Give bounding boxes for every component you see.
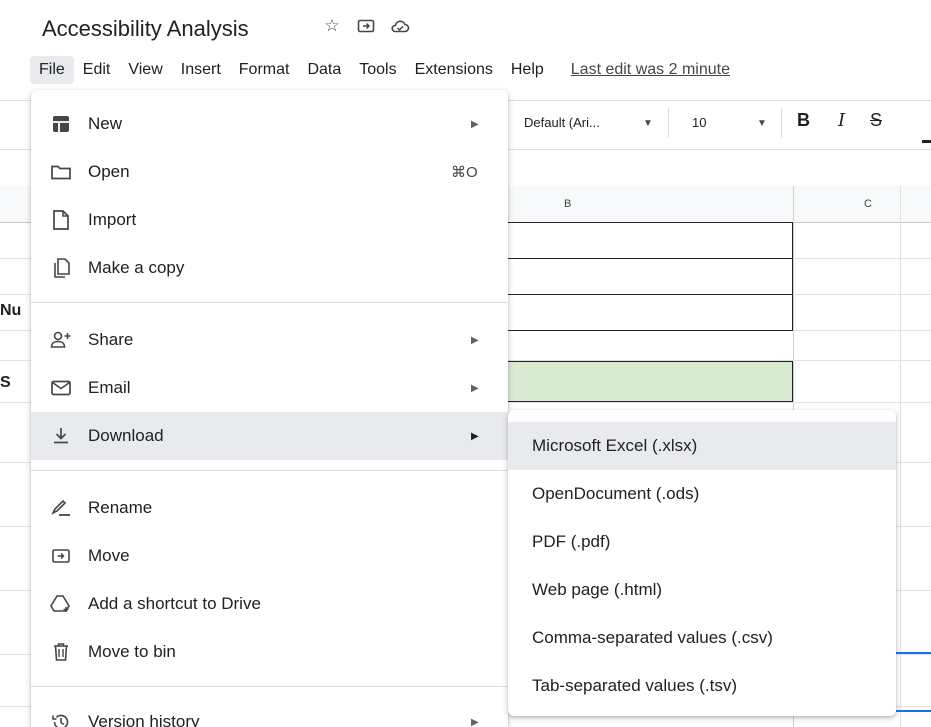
new-sheet-icon: [49, 112, 73, 136]
submenu-arrow-icon: ▶: [471, 430, 479, 442]
menu-divider: [31, 302, 508, 303]
copy-icon: [49, 256, 73, 280]
file-menu-item-label: Import: [88, 210, 137, 229]
file-menu-add-shortcut[interactable]: Add a shortcut to Drive: [31, 580, 508, 628]
file-menu-item-label: Download: [88, 426, 164, 445]
rename-icon: [49, 496, 73, 520]
move-icon: [49, 544, 73, 568]
file-menu-move-to-bin[interactable]: Move to bin: [31, 628, 508, 676]
submenu-arrow-icon: ▶: [471, 716, 479, 727]
bordered-cell[interactable]: [505, 258, 793, 295]
download-ods[interactable]: OpenDocument (.ods): [508, 470, 896, 518]
file-menu-make-copy[interactable]: Make a copy: [31, 244, 508, 292]
file-menu-item-label: Email: [88, 378, 131, 397]
bold-button[interactable]: B: [797, 110, 810, 131]
file-menu-import[interactable]: Import: [31, 196, 508, 244]
file-menu-new[interactable]: New ▶: [31, 100, 508, 148]
menu-file[interactable]: File: [30, 56, 74, 84]
spreadsheet-window: Accessibility Analysis ☆ File Edit View …: [0, 0, 931, 727]
file-menu: New ▶ Open ⌘O Import Make a copy Share ▶…: [31, 90, 508, 727]
menu-data[interactable]: Data: [298, 56, 350, 84]
font-size-select[interactable]: 10: [692, 115, 706, 130]
text-color-icon[interactable]: [922, 140, 931, 143]
font-size-caret-icon[interactable]: ▼: [757, 118, 767, 129]
file-menu-item-label: Add a shortcut to Drive: [88, 594, 261, 613]
menu-insert[interactable]: Insert: [172, 56, 230, 84]
file-menu-download[interactable]: Download ▶: [31, 412, 508, 460]
download-option-label: Web page (.html): [532, 580, 663, 599]
last-edit-link[interactable]: Last edit was 2 minute: [553, 56, 739, 84]
download-option-label: PDF (.pdf): [532, 532, 611, 551]
download-xlsx[interactable]: Microsoft Excel (.xlsx): [508, 422, 896, 470]
move-folder-icon[interactable]: [356, 16, 376, 36]
share-person-icon: [49, 328, 73, 352]
menu-edit[interactable]: Edit: [74, 56, 120, 84]
toolbar-divider: [668, 108, 669, 138]
title-actions: ☆: [322, 16, 410, 36]
download-option-label: Comma-separated values (.csv): [532, 628, 773, 647]
menu-view[interactable]: View: [119, 56, 171, 84]
italic-button[interactable]: I: [838, 110, 845, 131]
file-menu-share[interactable]: Share ▶: [31, 316, 508, 364]
toolbar-divider: [781, 108, 782, 138]
column-header-b[interactable]: B: [564, 198, 571, 210]
document-title[interactable]: Accessibility Analysis: [42, 16, 249, 42]
cell-text-fragment: S: [0, 374, 11, 391]
download-option-label: Tab-separated values (.tsv): [532, 676, 738, 695]
cloud-status-icon[interactable]: [390, 16, 410, 36]
file-menu-item-label: Open: [88, 162, 130, 181]
download-icon: [49, 424, 73, 448]
menu-tools[interactable]: Tools: [350, 56, 405, 84]
file-menu-version-history[interactable]: Version history ▶: [31, 698, 508, 727]
download-option-label: Microsoft Excel (.xlsx): [532, 436, 698, 455]
selection-border: [896, 652, 931, 654]
menu-extensions[interactable]: Extensions: [406, 56, 502, 84]
menu-divider: [31, 686, 508, 687]
history-icon: [49, 710, 73, 727]
file-menu-item-label: Make a copy: [88, 258, 185, 277]
download-html[interactable]: Web page (.html): [508, 566, 896, 614]
submenu-arrow-icon: ▶: [471, 118, 479, 130]
menu-help[interactable]: Help: [502, 56, 553, 84]
file-menu-item-label: Version history: [88, 712, 200, 727]
file-menu-email[interactable]: Email ▶: [31, 364, 508, 412]
strikethrough-button[interactable]: S: [870, 110, 882, 131]
drive-shortcut-icon: [49, 592, 73, 616]
file-menu-open[interactable]: Open ⌘O: [31, 148, 508, 196]
column-divider: [900, 186, 901, 727]
submenu-arrow-icon: ▶: [471, 382, 479, 394]
font-family-select[interactable]: Default (Ari...: [524, 115, 600, 130]
menu-format[interactable]: Format: [230, 56, 299, 84]
column-header-c[interactable]: C: [864, 198, 872, 210]
file-menu-item-label: Rename: [88, 498, 153, 517]
file-menu-move[interactable]: Move: [31, 532, 508, 580]
star-icon[interactable]: ☆: [322, 16, 342, 36]
keyboard-shortcut: ⌘O: [451, 164, 478, 181]
menu-bar: File Edit View Insert Format Data Tools …: [30, 54, 739, 86]
download-submenu: Microsoft Excel (.xlsx) OpenDocument (.o…: [508, 410, 896, 716]
file-menu-rename[interactable]: Rename: [31, 484, 508, 532]
font-dropdown-caret-icon[interactable]: ▼: [643, 118, 653, 129]
bordered-cell[interactable]: [505, 294, 793, 331]
cell-text-fragment: Nu: [0, 302, 22, 319]
bordered-cell[interactable]: [505, 222, 793, 259]
download-pdf[interactable]: PDF (.pdf): [508, 518, 896, 566]
file-menu-item-label: New: [88, 114, 123, 133]
download-csv[interactable]: Comma-separated values (.csv): [508, 614, 896, 662]
file-menu-item-label: Share: [88, 330, 134, 349]
file-menu-item-label: Move to bin: [88, 642, 176, 661]
highlighted-cell[interactable]: [505, 361, 793, 402]
download-option-label: OpenDocument (.ods): [532, 484, 700, 503]
email-icon: [49, 376, 73, 400]
download-tsv[interactable]: Tab-separated values (.tsv): [508, 662, 896, 710]
menu-divider: [31, 470, 508, 471]
file-menu-item-label: Move: [88, 546, 130, 565]
folder-icon: [49, 160, 73, 184]
file-icon: [49, 208, 73, 232]
selection-border: [896, 710, 931, 712]
submenu-arrow-icon: ▶: [471, 334, 479, 346]
bin-icon: [49, 640, 73, 664]
